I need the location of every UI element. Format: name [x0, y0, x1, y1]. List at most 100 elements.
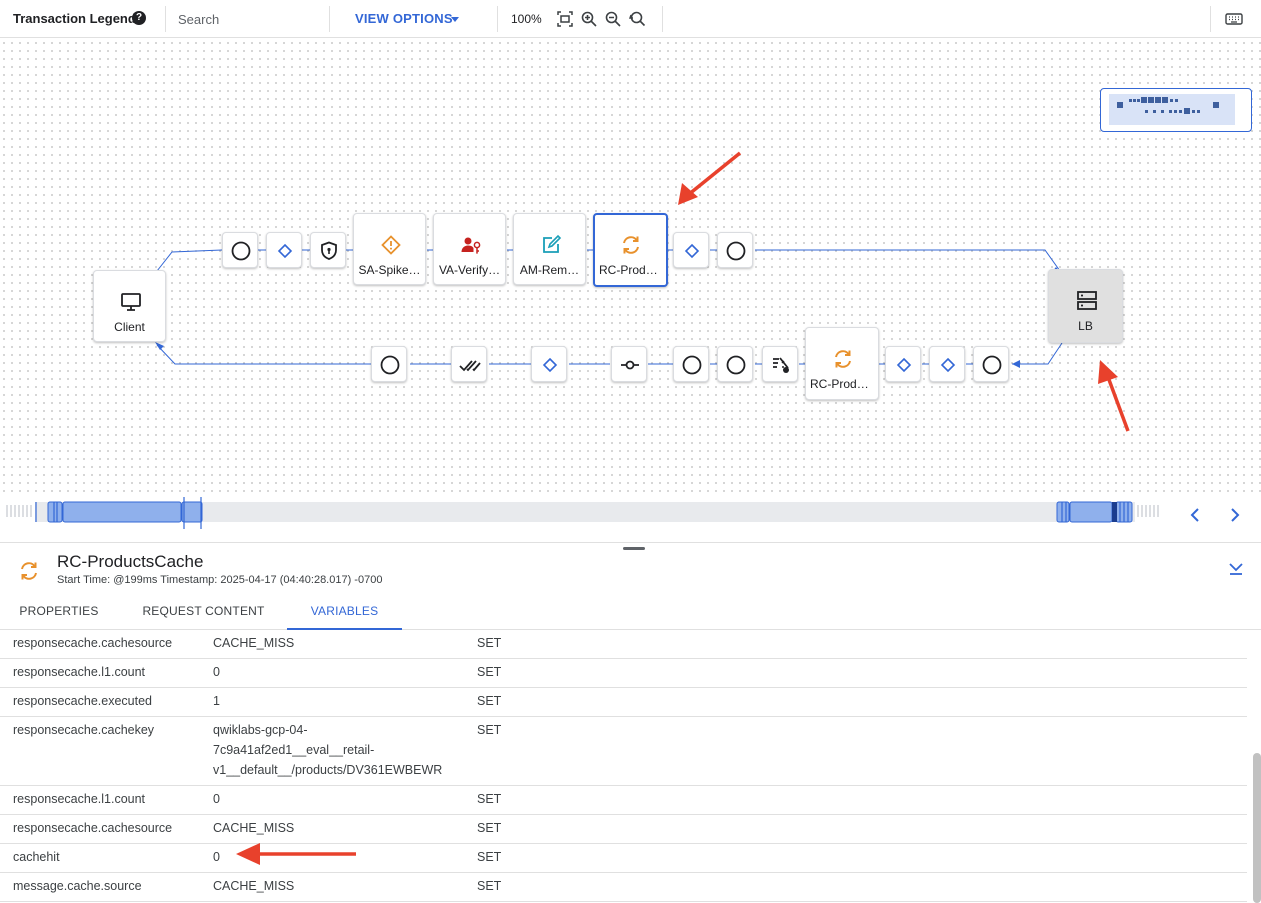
condition-step[interactable]: [673, 232, 709, 268]
condition-step[interactable]: [266, 232, 302, 268]
verify-api-key-node[interactable]: VA-Verify…: [433, 213, 506, 285]
variable-name: responsecache.l1.count: [13, 792, 146, 806]
circle-icon: [982, 355, 1002, 375]
shield-icon: [321, 241, 337, 260]
zoom-out-icon[interactable]: [604, 10, 622, 28]
table-row[interactable]: responsecache.cachesource CACHE_MISS SET: [0, 630, 1247, 659]
response-cache-node-selected[interactable]: RC-Produ…: [593, 213, 668, 287]
variable-operation: SET: [477, 636, 502, 650]
flow-end-step[interactable]: [371, 346, 407, 382]
extract-icon: [773, 357, 789, 373]
timeline[interactable]: [0, 497, 1261, 542]
target-node[interactable]: LB: [1048, 269, 1123, 343]
circle-icon: [380, 355, 400, 375]
detail-subtitle: Start Time: @199ms Timestamp: 2025-04-17…: [57, 574, 383, 586]
condition-step[interactable]: [885, 346, 921, 382]
spike-arrest-label: SA-Spike…: [358, 263, 421, 277]
table-row[interactable]: responsecache.l1.count 0 SET: [0, 786, 1247, 815]
assign-message-label: AM-Rem…: [519, 263, 580, 277]
table-row[interactable]: responsecache.l1.count 0 SET: [0, 659, 1247, 688]
circle-icon: [726, 355, 746, 375]
condition-step[interactable]: [531, 346, 567, 382]
keyboard-icon[interactable]: [1225, 10, 1243, 28]
flow-end-step[interactable]: [717, 346, 753, 382]
condition-diamond-icon: [940, 357, 956, 373]
tab-request-content[interactable]: REQUEST CONTENT: [132, 594, 275, 630]
zoom-in-icon[interactable]: [580, 10, 598, 28]
view-options-button[interactable]: VIEW OPTIONS: [355, 11, 453, 26]
variable-value: 0: [213, 665, 220, 679]
fit-icon[interactable]: [556, 10, 574, 28]
user-key-icon: [461, 237, 481, 254]
flow-start-step[interactable]: [973, 346, 1009, 382]
variable-operation: SET: [477, 694, 502, 708]
zoom-level: 100%: [511, 12, 542, 26]
assign-message-node[interactable]: AM-Rem…: [513, 213, 586, 285]
connector-step[interactable]: [611, 346, 647, 382]
condition-diamond-icon: [896, 357, 912, 373]
circle-icon: [231, 241, 251, 261]
variable-value: qwiklabs-gcp-04- 7c9a41af2ed1__eval__ret…: [213, 723, 443, 777]
response-cache-label: RC-Produ…: [810, 377, 876, 391]
response-sent-step[interactable]: [451, 346, 487, 382]
table-row[interactable]: responsecache.cachekey qwiklabs-gcp-04- …: [0, 717, 1247, 786]
circle-icon: [726, 241, 746, 261]
flow-start-step[interactable]: [673, 346, 709, 382]
toolbar-divider: [1210, 6, 1211, 32]
client-node[interactable]: Client: [93, 270, 166, 342]
condition-diamond-icon: [684, 243, 700, 259]
variable-value: 1: [213, 694, 220, 708]
variable-name: responsecache.cachekey: [13, 723, 155, 737]
zoom-reset-icon[interactable]: [628, 10, 646, 28]
circle-icon: [682, 355, 702, 375]
toolbar: Transaction Legend ? VIEW OPTIONS 100%: [0, 0, 1261, 38]
double-check-icon: [459, 360, 481, 372]
table-row[interactable]: responsecache.cachesource CACHE_MISS SET: [0, 815, 1247, 844]
flow-start-step[interactable]: [222, 232, 258, 268]
condition-step[interactable]: [929, 346, 965, 382]
search-input[interactable]: [178, 10, 318, 28]
variable-value: 0: [213, 850, 220, 864]
detail-panel: RC-ProductsCache Start Time: @199ms Time…: [0, 542, 1261, 903]
variable-name: responsecache.l1.count: [13, 665, 146, 679]
resize-handle[interactable]: [623, 547, 645, 550]
cache-icon: [623, 236, 639, 254]
table-row[interactable]: cachehit 0 SET: [0, 844, 1247, 873]
cache-icon: [835, 350, 851, 368]
cache-icon: [21, 562, 37, 580]
variable-value: CACHE_MISS: [213, 879, 295, 893]
toolbar-divider: [165, 6, 166, 32]
monitor-icon: [121, 293, 141, 311]
variable-value: 0: [213, 792, 220, 806]
flow-end-step[interactable]: [717, 232, 753, 268]
flow-canvas[interactable]: Client SA-Spike… VA-Verify… AM-Rem… RC-P…: [0, 39, 1261, 497]
variable-name: responsecache.executed: [13, 694, 152, 708]
toolbar-divider: [329, 6, 330, 32]
tab-variables[interactable]: VARIABLES: [287, 594, 402, 630]
legend-title[interactable]: Transaction Legend: [13, 11, 136, 26]
variable-name: cachehit: [13, 850, 60, 864]
collapse-icon[interactable]: [1227, 559, 1245, 577]
variable-operation: SET: [477, 723, 502, 737]
extract-step[interactable]: [762, 346, 798, 382]
minimap[interactable]: [1100, 88, 1252, 132]
help-icon[interactable]: ?: [132, 11, 146, 25]
variable-name: responsecache.cachesource: [13, 636, 173, 650]
detail-tabs: PROPERTIES REQUEST CONTENT VARIABLES: [0, 594, 1261, 630]
variable-value: CACHE_MISS: [213, 636, 295, 650]
table-row[interactable]: message.cache.source CACHE_MISS SET: [0, 873, 1247, 902]
variable-name: message.cache.source: [13, 879, 142, 893]
chevron-left-icon[interactable]: [1185, 505, 1205, 525]
target-label: LB: [1078, 319, 1093, 333]
scrollbar[interactable]: [1253, 753, 1261, 903]
spike-arrest-node[interactable]: SA-Spike…: [353, 213, 426, 285]
table-row[interactable]: responsecache.executed 1 SET: [0, 688, 1247, 717]
chevron-right-icon[interactable]: [1225, 505, 1245, 525]
condition-diamond-icon: [542, 357, 558, 373]
variable-operation: SET: [477, 850, 502, 864]
security-step[interactable]: [310, 232, 346, 268]
timeline-track: [6, 497, 1159, 529]
tab-properties[interactable]: PROPERTIES: [10, 594, 108, 630]
chevron-down-icon[interactable]: [451, 17, 459, 22]
response-cache-node[interactable]: RC-Produ…: [805, 327, 879, 400]
